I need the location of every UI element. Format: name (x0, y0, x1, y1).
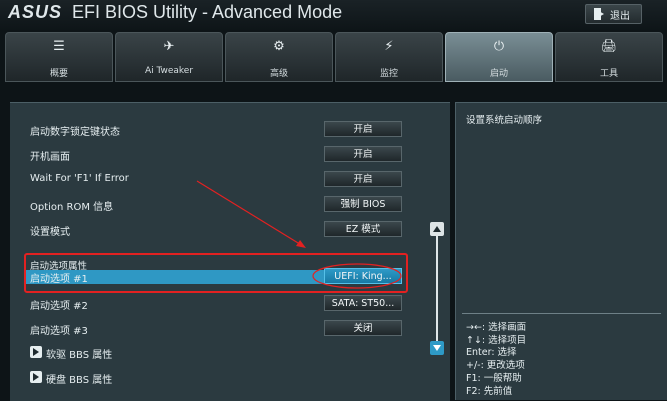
chevron-right-icon (30, 371, 42, 383)
exit-button[interactable]: 退出 (585, 4, 642, 24)
hint-line: +/-: 更改选项 (466, 360, 525, 372)
printer-icon: 🖨 (600, 39, 618, 54)
help-text: 设置系统启动顺序 (466, 115, 543, 126)
boot-option-row[interactable]: 启动选项 #3 关闭 (10, 319, 440, 339)
setting-label: 启动数字锁定键状态 (30, 127, 120, 138)
tab-label: 启动 (489, 69, 508, 79)
hint-line: F2: 先前值 (466, 385, 513, 397)
list-icon: ☰ (53, 39, 65, 54)
setting-label: 设置模式 (30, 227, 70, 238)
tab-monitor[interactable]: ⚡ 监控 (335, 32, 443, 82)
setting-value-button[interactable]: 开启 (324, 121, 402, 137)
window-title: EFI BIOS Utility - Advanced Mode (72, 2, 343, 22)
tab-label: 概要 (49, 69, 68, 79)
tab-ai-tweaker[interactable]: ✈ Ai Tweaker (115, 32, 223, 82)
tab-label: Ai Tweaker (144, 66, 194, 76)
tab-boot[interactable]: ⏻ 启动 (445, 32, 553, 82)
setting-value-button[interactable]: EZ 模式 (324, 221, 402, 237)
hint-line: Enter: 选择 (466, 347, 517, 359)
boot-option-label: 启动选项 #2 (30, 301, 88, 312)
submenu-label: 软驱 BBS 属性 (46, 350, 113, 361)
setting-label: Option ROM 信息 (30, 202, 114, 213)
setting-value-button[interactable]: 强制 BIOS (324, 196, 402, 212)
exit-icon (594, 8, 604, 20)
setting-label: 开机画面 (30, 152, 70, 163)
advanced-icon: ⚙ (273, 39, 285, 54)
scrollbar[interactable] (430, 222, 444, 355)
scroll-up-icon[interactable] (430, 222, 444, 236)
tab-bar: ☰ 概要 ✈ Ai Tweaker ⚙ 高级 ⚡ 监控 ⏻ 启动 🖨 工具 (0, 32, 667, 82)
hint-line: F1: 一般帮助 (466, 372, 522, 384)
power-icon: ⏻ (493, 39, 505, 54)
tab-label: 工具 (599, 69, 618, 79)
exit-label: 退出 (610, 10, 630, 22)
tab-advanced[interactable]: ⚙ 高级 (225, 32, 333, 82)
setting-row[interactable]: 启动数字锁定键状态 开启 (10, 120, 440, 140)
monitor-icon: ⚡ (384, 39, 394, 54)
tab-label: 高级 (269, 69, 288, 79)
tab-label: 监控 (379, 69, 398, 79)
setting-value-button[interactable]: 开启 (324, 146, 402, 162)
boot-option-row[interactable]: 启动选项 #2 SATA: ST50... (10, 294, 440, 314)
setting-row[interactable]: 设置模式 EZ 模式 (10, 220, 440, 240)
divider (462, 313, 661, 314)
setting-row[interactable]: Option ROM 信息 强制 BIOS (10, 195, 440, 215)
boot-option-value-button[interactable]: SATA: ST50... (324, 295, 402, 311)
help-panel: 设置系统启动顺序 →←: 选择画面 ↑↓: 选择项目 Enter: 选择 +/-: 更… (455, 102, 667, 400)
boot-option-value-button[interactable]: 关闭 (324, 320, 402, 336)
tab-overview[interactable]: ☰ 概要 (5, 32, 113, 82)
hint-line: →←: 选择画面 (466, 322, 527, 333)
tweaker-icon: ✈ (163, 39, 175, 54)
title-bar: ASUS EFI BIOS Utility - Advanced Mode 退出 (0, 0, 667, 30)
setting-row[interactable]: Wait For 'F1' If Error 开启 (10, 170, 440, 190)
setting-row[interactable]: 开机画面 开启 (10, 145, 440, 165)
submenu-label: 硬盘 BBS 属性 (46, 375, 113, 386)
annotation-highlight-box (24, 253, 408, 293)
asus-logo: ASUS (8, 2, 63, 22)
chevron-right-icon (30, 346, 42, 358)
setting-value-button[interactable]: 开启 (324, 171, 402, 187)
key-hints: →←: 选择画面 ↑↓: 选择项目 Enter: 选择 +/-: 更改选项 F1: 一般… (466, 322, 526, 398)
tab-tool[interactable]: 🖨 工具 (555, 32, 663, 82)
boot-option-label: 启动选项 #3 (30, 326, 88, 337)
setting-label: Wait For 'F1' If Error (30, 173, 129, 184)
submenu-floppy-bbs[interactable]: 软驱 BBS 属性 (10, 343, 440, 363)
scroll-track[interactable] (436, 236, 438, 341)
hint-line: ↑↓: 选择项目 (466, 334, 527, 346)
submenu-hdd-bbs[interactable]: 硬盘 BBS 属性 (10, 368, 440, 388)
scroll-down-icon[interactable] (430, 341, 444, 355)
